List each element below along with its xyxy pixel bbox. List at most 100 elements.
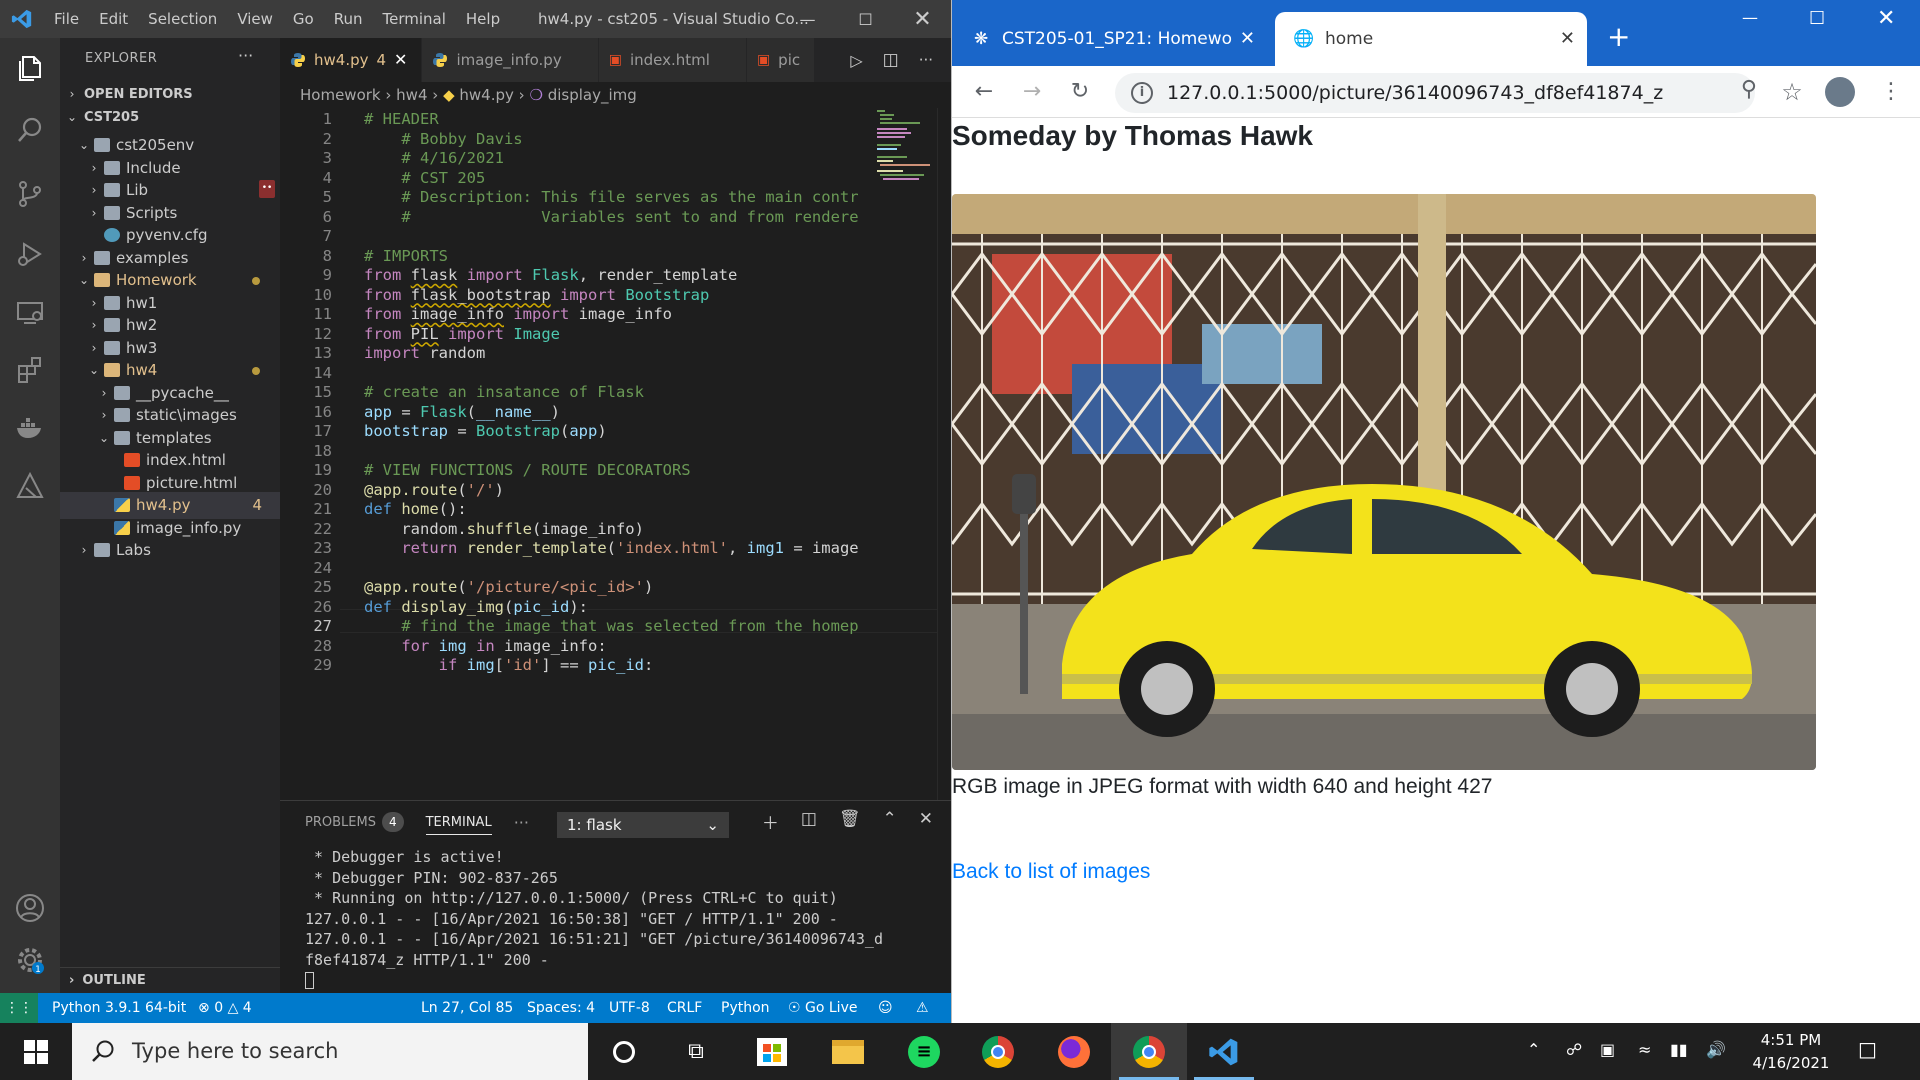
- search-icon[interactable]: [14, 114, 46, 146]
- chrome-icon[interactable]: [960, 1023, 1036, 1080]
- task-view-icon[interactable]: ⧉: [658, 1023, 734, 1080]
- notifications-bell-icon[interactable]: ⚠: [916, 993, 929, 1023]
- account-icon[interactable]: [14, 892, 46, 924]
- remote-explorer-icon[interactable]: [14, 296, 46, 328]
- close-tab-icon[interactable]: ✕: [1560, 12, 1575, 66]
- minimize-button[interactable]: —: [1742, 8, 1758, 27]
- new-tab-button[interactable]: +: [1607, 20, 1630, 53]
- maximize-button[interactable]: ☐: [1809, 8, 1825, 29]
- more-actions-icon[interactable]: ···: [238, 46, 253, 65]
- svg-text:1: 1: [35, 965, 41, 975]
- code-editor[interactable]: 1 2 3 4 5 6 7 8 9 10 11 12 13 14 15 16 17 18 19 20 21 22 23 24 2…: [280, 108, 951, 800]
- show-hidden-icons[interactable]: ⌃: [1527, 1040, 1540, 1059]
- reload-button[interactable]: ↻: [1066, 78, 1094, 106]
- tab-image-info-py[interactable]: image_info.py: [422, 38, 599, 82]
- python-interpreter[interactable]: Python 3.9.1 64-bit: [52, 993, 186, 1023]
- terminal-select[interactable]: 1: flask ⌄: [557, 812, 729, 838]
- docker-icon[interactable]: [14, 412, 46, 444]
- address-bar[interactable]: i 127.0.0.1:5000/picture/36140096743_df8…: [1115, 73, 1757, 113]
- tab-picture-html[interactable]: ▣ pic: [746, 38, 816, 82]
- meet-now-icon[interactable]: ☍: [1566, 1040, 1582, 1059]
- breadcrumb-item[interactable]: hw4.py: [459, 86, 514, 104]
- settings-gear-icon[interactable]: 1: [14, 944, 46, 976]
- cursor-position[interactable]: Ln 27, Col 85: [421, 993, 513, 1023]
- tab-index-html[interactable]: ▣ index.html: [598, 38, 747, 82]
- breadcrumb-item[interactable]: hw4: [396, 86, 427, 104]
- line-ending[interactable]: CRLF: [667, 993, 702, 1023]
- editor-scrollbar[interactable]: [937, 108, 951, 800]
- system-clock[interactable]: 4:51 PM 4/16/2021: [1746, 1029, 1836, 1075]
- html-file-icon: [124, 453, 140, 467]
- feedback-icon[interactable]: ☺: [878, 993, 893, 1023]
- trash-icon[interactable]: 🗑: [839, 809, 861, 834]
- menu-item[interactable]: Terminal: [373, 0, 456, 38]
- go-live-button[interactable]: ☉ Go Live: [788, 993, 857, 1023]
- indentation[interactable]: Spaces: 4: [527, 993, 595, 1023]
- workspace-root[interactable]: ⌄ CST205: [60, 104, 280, 131]
- start-button[interactable]: [0, 1023, 72, 1080]
- breadcrumb-item[interactable]: Homework: [300, 86, 381, 104]
- remote-indicator-icon[interactable]: ⋮⋮: [0, 993, 38, 1023]
- new-terminal-icon[interactable]: ＋: [762, 809, 779, 834]
- menu-item[interactable]: Selection: [138, 0, 227, 38]
- minimize-button[interactable]: —: [780, 0, 835, 38]
- menu-item[interactable]: Run: [324, 0, 373, 38]
- info-icon[interactable]: i: [1131, 82, 1153, 104]
- chrome-running-icon[interactable]: [1111, 1023, 1187, 1080]
- battery-icon[interactable]: ▮▮: [1670, 1040, 1688, 1059]
- back-button[interactable]: ←: [970, 78, 998, 106]
- back-to-list-link[interactable]: Back to list of images: [952, 860, 1150, 884]
- menu-item[interactable]: View: [227, 0, 283, 38]
- browser-tab-homework[interactable]: ❋ CST205-01_SP21: Homewo ✕: [952, 12, 1267, 66]
- explorer-icon[interactable]: [14, 52, 46, 84]
- tab-problems[interactable]: PROBLEMS 4: [305, 812, 404, 832]
- maximize-button[interactable]: ☐: [838, 0, 893, 38]
- encoding[interactable]: UTF-8: [609, 993, 650, 1023]
- source-control-icon[interactable]: [14, 178, 46, 210]
- terminal-output[interactable]: * Debugger is active! * Debugger PIN: 90…: [305, 847, 883, 991]
- run-debug-icon[interactable]: [14, 238, 46, 270]
- taskbar-search-box[interactable]: Type here to search: [72, 1023, 588, 1080]
- azure-icon[interactable]: [14, 470, 46, 502]
- store-icon[interactable]: [734, 1023, 810, 1080]
- notifications-icon[interactable]: □: [1858, 1037, 1877, 1061]
- problems-indicator[interactable]: ⊗ 0 △ 4: [198, 993, 252, 1023]
- tab-terminal[interactable]: TERMINAL: [425, 810, 492, 835]
- close-button[interactable]: ✕: [895, 0, 950, 38]
- tree-item[interactable]: › Labs: [60, 537, 280, 564]
- panel-more-icon[interactable]: ···: [514, 813, 529, 832]
- close-tab-icon[interactable]: ✕: [394, 38, 407, 82]
- split-editor-icon[interactable]: ◫: [883, 50, 899, 70]
- bookmark-star-icon[interactable]: ☆: [1778, 78, 1806, 106]
- menu-item[interactable]: Help: [456, 0, 510, 38]
- zoom-icon[interactable]: ⚲: [1741, 77, 1757, 102]
- wifi-icon[interactable]: ≈: [1638, 1040, 1651, 1059]
- file-explorer-icon[interactable]: [810, 1023, 886, 1080]
- menu-item[interactable]: Go: [283, 0, 324, 38]
- menu-item[interactable]: File: [44, 0, 89, 38]
- cortana-icon[interactable]: [586, 1023, 662, 1080]
- close-button[interactable]: ✕: [1877, 6, 1895, 31]
- spotify-icon[interactable]: ≡: [886, 1023, 962, 1080]
- extensions-icon[interactable]: [14, 354, 46, 386]
- close-tab-icon[interactable]: ✕: [1240, 12, 1255, 66]
- split-terminal-icon[interactable]: ◫: [801, 809, 817, 834]
- browser-tab-home[interactable]: 🌐 home ✕: [1275, 12, 1587, 66]
- outline-section[interactable]: › OUTLINE: [60, 967, 280, 993]
- chrome-menu-icon[interactable]: ⋮: [1877, 78, 1905, 106]
- language-mode[interactable]: Python: [721, 993, 770, 1023]
- device-icon[interactable]: ▣: [1600, 1040, 1615, 1059]
- profile-avatar[interactable]: [1825, 77, 1855, 107]
- maximize-panel-icon[interactable]: ⌃: [883, 809, 897, 834]
- menu-item[interactable]: Edit: [89, 0, 138, 38]
- volume-icon[interactable]: 🔊: [1706, 1040, 1726, 1059]
- close-panel-icon[interactable]: ✕: [919, 809, 933, 834]
- forward-button[interactable]: →: [1018, 78, 1046, 106]
- vscode-running-icon[interactable]: [1186, 1023, 1262, 1080]
- run-file-icon[interactable]: ▷: [850, 51, 862, 70]
- tab-hw4-py[interactable]: hw4.py 4 ✕: [280, 38, 423, 82]
- firefox-icon[interactable]: [1036, 1023, 1112, 1080]
- more-actions-icon[interactable]: ···: [919, 51, 933, 69]
- minimap[interactable]: [875, 108, 937, 188]
- breadcrumb-item[interactable]: display_img: [548, 86, 637, 104]
